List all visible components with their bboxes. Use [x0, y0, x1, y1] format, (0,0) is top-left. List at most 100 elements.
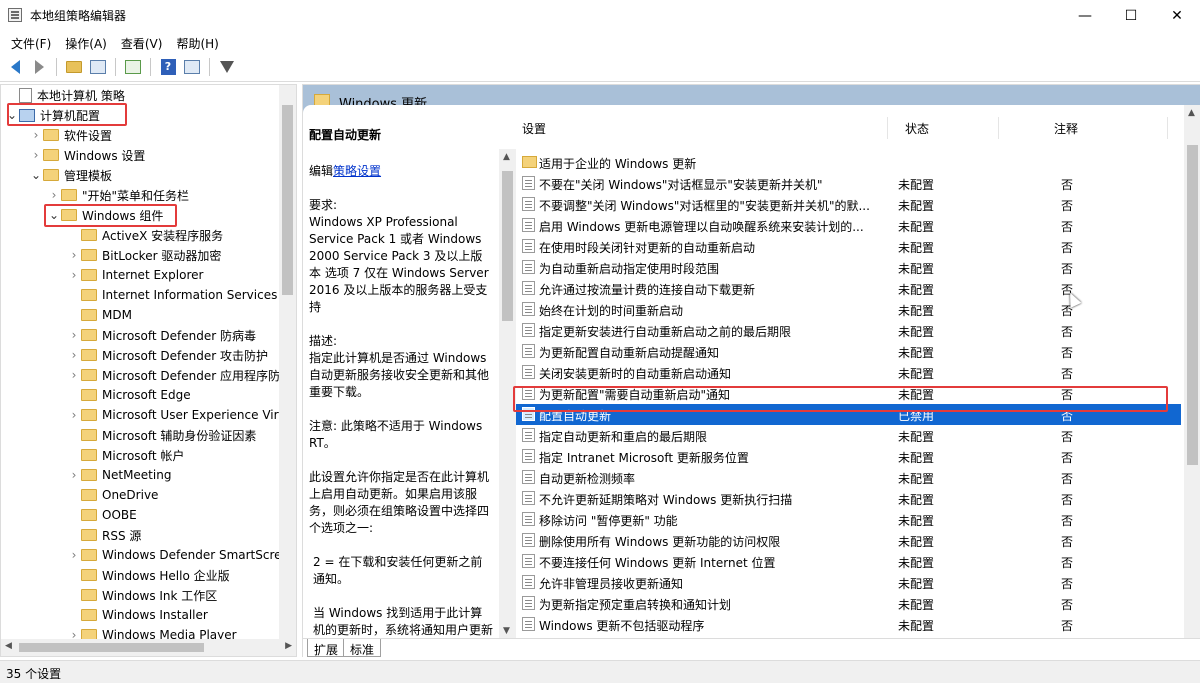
policy-name: 为更新指定预定重启转换和通知计划	[539, 598, 732, 612]
chevron-right-icon[interactable]: ›	[67, 248, 81, 262]
tree-item[interactable]: 本地计算机 策略	[5, 85, 125, 105]
forward-button[interactable]	[28, 56, 50, 78]
chevron-down-icon[interactable]: ⌄	[29, 168, 43, 182]
column-setting[interactable]: 设置	[522, 120, 546, 137]
policy-row[interactable]: 不要连接任何 Windows 更新 Internet 位置 未配置 否	[516, 551, 1181, 572]
tree-item[interactable]: Microsoft 辅助身份验证因素	[67, 425, 256, 445]
chevron-right-icon[interactable]: ›	[67, 268, 81, 282]
scroll-up-icon[interactable]: ▲	[1188, 108, 1195, 118]
policy-row[interactable]: 允许非管理员接收更新通知 未配置 否	[516, 572, 1181, 593]
tree-item[interactable]: Internet Information Services	[67, 285, 277, 305]
tree-item[interactable]: Windows Installer	[67, 605, 208, 625]
scroll-down-icon[interactable]: ▼	[503, 626, 510, 636]
chevron-right-icon[interactable]: ›	[67, 468, 81, 482]
column-note[interactable]: 注释	[1054, 120, 1078, 137]
tree-item[interactable]: › 软件设置	[29, 125, 112, 145]
maximize-button[interactable]: ☐	[1108, 0, 1154, 31]
tree-item[interactable]: › NetMeeting	[67, 465, 172, 485]
tree-item[interactable]: › Internet Explorer	[67, 265, 204, 285]
chevron-right-icon[interactable]: ›	[67, 328, 81, 342]
tree-item-label: Windows Installer	[102, 608, 208, 622]
policy-row[interactable]: 自动更新检测频率 未配置 否	[516, 467, 1181, 488]
tree-item[interactable]: Microsoft Edge	[67, 385, 191, 405]
policy-row[interactable]: 删除使用所有 Windows 更新功能的访问权限 未配置 否	[516, 530, 1181, 551]
policy-row[interactable]: 为更新指定预定重启转换和通知计划 未配置 否	[516, 593, 1181, 614]
list-folder-item[interactable]: 适用于企业的 Windows 更新	[516, 152, 1181, 173]
chevron-right-icon[interactable]: ›	[47, 188, 61, 202]
policy-comment: 否	[1061, 451, 1074, 465]
help-button[interactable]: ?	[157, 56, 179, 78]
requirements-text: Windows XP Professional Service Pack 1 或…	[309, 215, 489, 314]
chevron-right-icon[interactable]: ›	[67, 408, 81, 422]
policy-setting-icon	[522, 512, 535, 526]
scroll-left-icon[interactable]: ◀	[5, 641, 12, 651]
tree-item[interactable]: › Windows Defender SmartScree	[67, 545, 289, 565]
tree-item[interactable]: ⌄ 管理模板	[29, 165, 112, 185]
chevron-right-icon[interactable]: ›	[29, 148, 43, 162]
tree-item[interactable]: Windows Ink 工作区	[67, 585, 217, 605]
column-divider[interactable]	[998, 117, 999, 139]
back-button[interactable]	[4, 56, 26, 78]
tree-item[interactable]: › Microsoft Defender 攻击防护	[67, 345, 268, 365]
scroll-thumb[interactable]	[502, 171, 513, 321]
tab-extended[interactable]: 扩展	[307, 639, 346, 657]
tree-item[interactable]: OOBE	[67, 505, 137, 525]
policy-row[interactable]: 指定更新安装进行自动重新启动之前的最后期限 未配置 否	[516, 320, 1181, 341]
policy-row[interactable]: 不要在"关闭 Windows"对话框显示"安装更新并关机" 未配置 否	[516, 173, 1181, 194]
policy-row[interactable]: 关闭安装更新时的自动重新启动通知 未配置 否	[516, 362, 1181, 383]
menu-help[interactable]: 帮助(H)	[169, 31, 225, 53]
policy-row[interactable]: 允许通过按流量计费的连接自动下载更新 未配置否	[516, 278, 1181, 299]
minimize-button[interactable]: —	[1062, 0, 1108, 31]
policy-row[interactable]: 为更新配置自动重新启动提醒通知 未配置 否	[516, 341, 1181, 362]
policy-row[interactable]: 为自动重新启动指定使用时段范围 未配置 否	[516, 257, 1181, 278]
chevron-right-icon[interactable]: ›	[67, 548, 81, 562]
tree-horizontal-scrollbar[interactable]: ◀ ▶	[1, 639, 296, 656]
tree-item[interactable]: › BitLocker 驱动器加密	[67, 245, 222, 265]
gpedit-app-icon	[8, 8, 22, 22]
policy-setting-icon	[522, 470, 535, 484]
tree-item[interactable]: › Windows 设置	[29, 145, 146, 165]
column-state[interactable]: 状态	[905, 120, 929, 137]
edit-policy-link[interactable]: 策略设置	[333, 164, 381, 178]
tree-item[interactable]: MDM	[67, 305, 132, 325]
tree-item[interactable]: OneDrive	[67, 485, 158, 505]
close-button[interactable]: ✕	[1154, 0, 1200, 31]
column-divider[interactable]	[887, 117, 888, 139]
scroll-thumb[interactable]	[1187, 145, 1198, 465]
tree-item[interactable]: Windows Hello 企业版	[67, 565, 230, 585]
column-divider[interactable]	[1167, 117, 1168, 139]
policy-row[interactable]: 启用 Windows 更新电源管理以自动唤醒系统来安装计划的... 未配置 否	[516, 215, 1181, 236]
tree-item[interactable]: RSS 源	[67, 525, 141, 545]
policy-row[interactable]: 不允许更新延期策略对 Windows 更新执行扫描 未配置 否	[516, 488, 1181, 509]
tree-item[interactable]: › "开始"菜单和任务栏	[47, 185, 189, 205]
policy-row[interactable]: 移除访问 "暂停更新" 功能 未配置 否	[516, 509, 1181, 530]
policy-row[interactable]: 指定自动更新和重启的最后期限 未配置 否	[516, 425, 1181, 446]
filter-button[interactable]	[216, 56, 238, 78]
scroll-up-icon[interactable]: ▲	[503, 152, 510, 162]
menu-file[interactable]: 文件(F)	[4, 31, 58, 53]
chevron-right-icon[interactable]: ›	[67, 348, 81, 362]
scroll-right-icon[interactable]: ▶	[285, 641, 292, 651]
export-list-button[interactable]	[122, 56, 144, 78]
list-vertical-scrollbar[interactable]: ▲	[1184, 105, 1200, 640]
scroll-thumb[interactable]	[282, 105, 293, 295]
tree-item[interactable]: ActiveX 安装程序服务	[67, 225, 223, 245]
up-level-button[interactable]	[63, 56, 85, 78]
tree-item[interactable]: Microsoft 帐户	[67, 445, 184, 465]
tab-standard[interactable]: 标准	[343, 639, 382, 657]
policy-row[interactable]: Windows 更新不包括驱动程序 未配置 否	[516, 614, 1181, 635]
scroll-thumb[interactable]	[19, 643, 204, 652]
policy-row[interactable]: 在使用时段关闭针对更新的自动重新启动 未配置 否	[516, 236, 1181, 257]
policy-row[interactable]: 指定 Intranet Microsoft 更新服务位置 未配置 否	[516, 446, 1181, 467]
tree-item[interactable]: › Microsoft Defender 应用程序防	[67, 365, 280, 385]
menu-view[interactable]: 查看(V)	[114, 31, 170, 53]
properties-button[interactable]	[181, 56, 203, 78]
tree-vertical-scrollbar[interactable]	[279, 85, 296, 641]
chevron-right-icon[interactable]: ›	[67, 368, 81, 382]
policy-row[interactable]: 不要调整"关闭 Windows"对话框里的"安装更新并关机"的默... 未配置 否	[516, 194, 1181, 215]
chevron-right-icon[interactable]: ›	[29, 128, 43, 142]
tree-item[interactable]: › Microsoft Defender 防病毒	[67, 325, 256, 345]
show-hide-tree-button[interactable]	[87, 56, 109, 78]
menu-action[interactable]: 操作(A)	[58, 31, 114, 53]
tree-item[interactable]: › Microsoft User Experience Virt	[67, 405, 284, 425]
